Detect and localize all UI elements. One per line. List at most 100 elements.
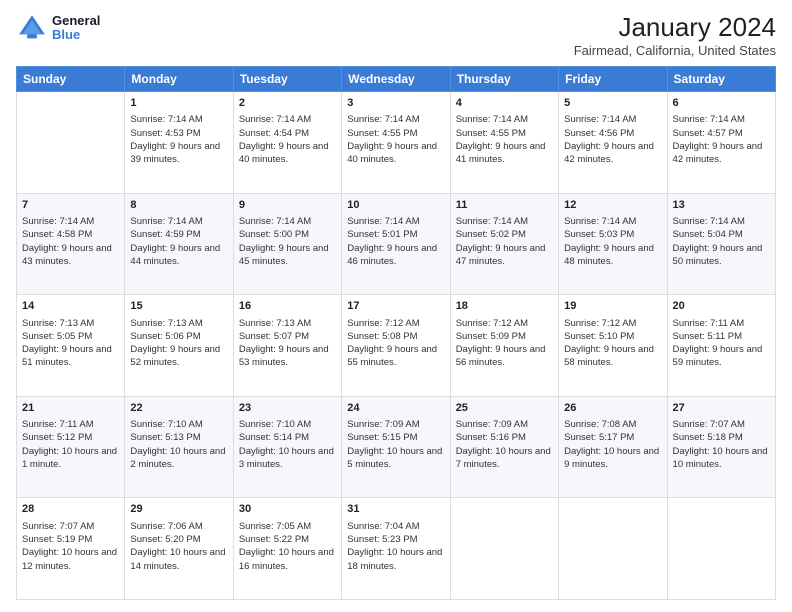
sunrise-text: Sunrise: 7:14 AM: [456, 114, 528, 125]
daylight-text: Daylight: 10 hours and 2 minutes.: [130, 446, 225, 470]
sunrise-text: Sunrise: 7:13 AM: [130, 318, 202, 329]
sunset-text: Sunset: 4:58 PM: [22, 229, 92, 240]
day-number: 3: [347, 96, 444, 111]
calendar-cell: 4 Sunrise: 7:14 AM Sunset: 4:55 PM Dayli…: [450, 92, 558, 194]
day-number: 9: [239, 198, 336, 213]
calendar-cell: 6 Sunrise: 7:14 AM Sunset: 4:57 PM Dayli…: [667, 92, 775, 194]
day-number: 24: [347, 401, 444, 416]
day-number: 20: [673, 299, 770, 314]
calendar-cell: 30 Sunrise: 7:05 AM Sunset: 5:22 PM Dayl…: [233, 498, 341, 600]
calendar-cell: 23 Sunrise: 7:10 AM Sunset: 5:14 PM Dayl…: [233, 396, 341, 498]
day-number: 1: [130, 96, 227, 111]
calendar-cell: 1 Sunrise: 7:14 AM Sunset: 4:53 PM Dayli…: [125, 92, 233, 194]
sunset-text: Sunset: 5:09 PM: [456, 331, 526, 342]
sunset-text: Sunset: 5:03 PM: [564, 229, 634, 240]
sunset-text: Sunset: 5:22 PM: [239, 534, 309, 545]
day-number: 27: [673, 401, 770, 416]
calendar-cell: 26 Sunrise: 7:08 AM Sunset: 5:17 PM Dayl…: [559, 396, 667, 498]
calendar-cell: 3 Sunrise: 7:14 AM Sunset: 4:55 PM Dayli…: [342, 92, 450, 194]
daylight-text: Daylight: 10 hours and 9 minutes.: [564, 446, 659, 470]
month-title: January 2024: [574, 12, 776, 43]
day-number: 19: [564, 299, 661, 314]
daylight-text: Daylight: 10 hours and 5 minutes.: [347, 446, 442, 470]
day-number: 15: [130, 299, 227, 314]
col-tuesday: Tuesday: [233, 67, 341, 92]
calendar-cell: 27 Sunrise: 7:07 AM Sunset: 5:18 PM Dayl…: [667, 396, 775, 498]
day-number: 30: [239, 502, 336, 517]
sunrise-text: Sunrise: 7:14 AM: [22, 216, 94, 227]
day-number: 25: [456, 401, 553, 416]
sunset-text: Sunset: 5:12 PM: [22, 432, 92, 443]
sunset-text: Sunset: 5:11 PM: [673, 331, 743, 342]
daylight-text: Daylight: 9 hours and 44 minutes.: [130, 243, 220, 267]
daylight-text: Daylight: 10 hours and 3 minutes.: [239, 446, 334, 470]
page: General Blue January 2024 Fairmead, Cali…: [0, 0, 792, 612]
sunrise-text: Sunrise: 7:14 AM: [239, 114, 311, 125]
sunset-text: Sunset: 5:18 PM: [673, 432, 743, 443]
calendar-cell: 19 Sunrise: 7:12 AM Sunset: 5:10 PM Dayl…: [559, 295, 667, 397]
sunset-text: Sunset: 4:54 PM: [239, 128, 309, 139]
day-number: 11: [456, 198, 553, 213]
day-number: 12: [564, 198, 661, 213]
sunset-text: Sunset: 5:13 PM: [130, 432, 200, 443]
day-number: 31: [347, 502, 444, 517]
daylight-text: Daylight: 9 hours and 50 minutes.: [673, 243, 763, 267]
sunrise-text: Sunrise: 7:13 AM: [22, 318, 94, 329]
sunrise-text: Sunrise: 7:14 AM: [239, 216, 311, 227]
sunrise-text: Sunrise: 7:14 AM: [130, 114, 202, 125]
sunrise-text: Sunrise: 7:14 AM: [130, 216, 202, 227]
daylight-text: Daylight: 9 hours and 41 minutes.: [456, 141, 546, 165]
day-number: 5: [564, 96, 661, 111]
sunrise-text: Sunrise: 7:09 AM: [347, 419, 419, 430]
day-number: 13: [673, 198, 770, 213]
sunset-text: Sunset: 5:01 PM: [347, 229, 417, 240]
calendar-cell: [450, 498, 558, 600]
daylight-text: Daylight: 9 hours and 53 minutes.: [239, 344, 329, 368]
calendar-cell: 28 Sunrise: 7:07 AM Sunset: 5:19 PM Dayl…: [17, 498, 125, 600]
sunset-text: Sunset: 5:02 PM: [456, 229, 526, 240]
header: General Blue January 2024 Fairmead, Cali…: [16, 12, 776, 58]
daylight-text: Daylight: 10 hours and 18 minutes.: [347, 547, 442, 571]
sunset-text: Sunset: 5:05 PM: [22, 331, 92, 342]
calendar-cell: 24 Sunrise: 7:09 AM Sunset: 5:15 PM Dayl…: [342, 396, 450, 498]
sunset-text: Sunset: 4:56 PM: [564, 128, 634, 139]
day-number: 26: [564, 401, 661, 416]
sunrise-text: Sunrise: 7:07 AM: [673, 419, 745, 430]
calendar-cell: 10 Sunrise: 7:14 AM Sunset: 5:01 PM Dayl…: [342, 193, 450, 295]
sunrise-text: Sunrise: 7:12 AM: [456, 318, 528, 329]
daylight-text: Daylight: 9 hours and 58 minutes.: [564, 344, 654, 368]
title-block: January 2024 Fairmead, California, Unite…: [574, 12, 776, 58]
calendar-cell: 16 Sunrise: 7:13 AM Sunset: 5:07 PM Dayl…: [233, 295, 341, 397]
sunset-text: Sunset: 5:00 PM: [239, 229, 309, 240]
calendar-week-row: 14 Sunrise: 7:13 AM Sunset: 5:05 PM Dayl…: [17, 295, 776, 397]
sunset-text: Sunset: 5:10 PM: [564, 331, 634, 342]
location: Fairmead, California, United States: [574, 43, 776, 58]
sunrise-text: Sunrise: 7:07 AM: [22, 521, 94, 532]
sunset-text: Sunset: 5:19 PM: [22, 534, 92, 545]
calendar-cell: 7 Sunrise: 7:14 AM Sunset: 4:58 PM Dayli…: [17, 193, 125, 295]
calendar-week-row: 21 Sunrise: 7:11 AM Sunset: 5:12 PM Dayl…: [17, 396, 776, 498]
sunrise-text: Sunrise: 7:14 AM: [347, 114, 419, 125]
day-number: 14: [22, 299, 119, 314]
calendar-cell: 20 Sunrise: 7:11 AM Sunset: 5:11 PM Dayl…: [667, 295, 775, 397]
sunset-text: Sunset: 5:04 PM: [673, 229, 743, 240]
sunrise-text: Sunrise: 7:14 AM: [347, 216, 419, 227]
sunrise-text: Sunrise: 7:06 AM: [130, 521, 202, 532]
col-thursday: Thursday: [450, 67, 558, 92]
calendar-cell: [559, 498, 667, 600]
daylight-text: Daylight: 9 hours and 48 minutes.: [564, 243, 654, 267]
sunset-text: Sunset: 4:55 PM: [347, 128, 417, 139]
calendar-cell: 11 Sunrise: 7:14 AM Sunset: 5:02 PM Dayl…: [450, 193, 558, 295]
sunset-text: Sunset: 4:55 PM: [456, 128, 526, 139]
day-number: 8: [130, 198, 227, 213]
col-saturday: Saturday: [667, 67, 775, 92]
day-number: 2: [239, 96, 336, 111]
sunset-text: Sunset: 5:08 PM: [347, 331, 417, 342]
day-number: 28: [22, 502, 119, 517]
daylight-text: Daylight: 10 hours and 14 minutes.: [130, 547, 225, 571]
day-number: 7: [22, 198, 119, 213]
sunrise-text: Sunrise: 7:14 AM: [456, 216, 528, 227]
calendar-week-row: 7 Sunrise: 7:14 AM Sunset: 4:58 PM Dayli…: [17, 193, 776, 295]
daylight-text: Daylight: 9 hours and 46 minutes.: [347, 243, 437, 267]
sunset-text: Sunset: 5:15 PM: [347, 432, 417, 443]
